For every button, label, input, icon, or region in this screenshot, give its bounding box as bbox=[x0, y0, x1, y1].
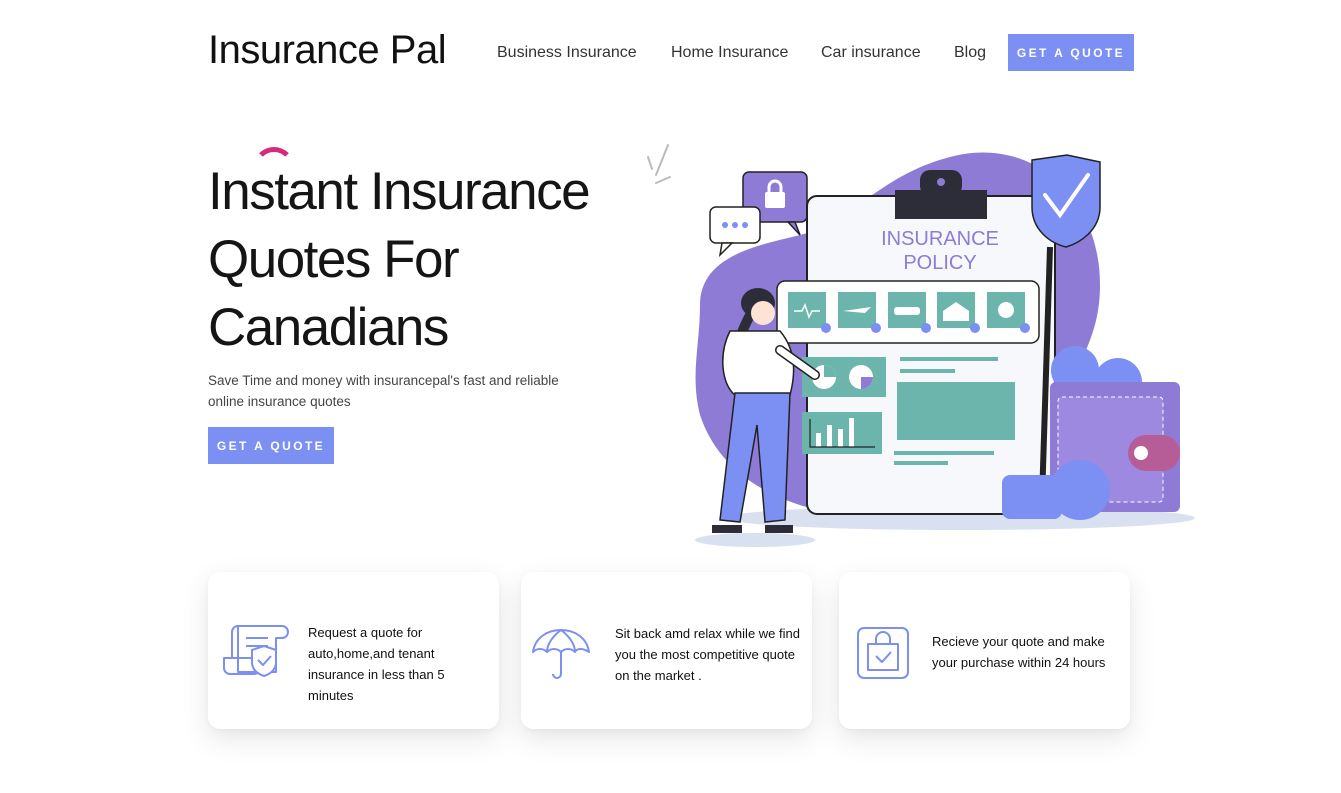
policy-document-shield-icon bbox=[223, 625, 289, 677]
feature-text: Request a quote for auto,home,and tenant… bbox=[308, 625, 445, 703]
hero-title-line: Quotes For bbox=[208, 230, 460, 289]
sparkle-lines-icon bbox=[647, 144, 671, 184]
nav-car-insurance[interactable]: Car insurance bbox=[821, 44, 921, 62]
feature-text: Sit back amd relax while we find you the… bbox=[615, 626, 800, 683]
nav-home-insurance[interactable]: Home Insurance bbox=[671, 44, 788, 62]
hero-title-line: Instant Insurance bbox=[208, 162, 591, 221]
hero-get-quote-button[interactable]: GET A QUOTE bbox=[208, 427, 334, 464]
feature-card: Request a quote for auto,home,and tenant… bbox=[208, 572, 499, 729]
nav-business-insurance[interactable]: Business Insurance bbox=[497, 44, 637, 62]
site-logo[interactable]: Insurance Pal bbox=[208, 28, 447, 73]
feature-text: Recieve your quote and make your purchas… bbox=[932, 634, 1106, 670]
hero-subtitle: Save Time and money with insurancepal's … bbox=[208, 373, 559, 409]
header-get-quote-button[interactable]: GET A QUOTE bbox=[1008, 34, 1134, 71]
feature-card: Recieve your quote and make your purchas… bbox=[839, 572, 1130, 729]
insurance-policy-illustration: INSURANCE POLICY bbox=[647, 144, 1195, 547]
umbrella-icon bbox=[532, 629, 590, 679]
coverage-type-icons bbox=[788, 292, 1030, 333]
policy-title-line1: INSURANCE bbox=[881, 228, 999, 250]
hero-title: Instant Insurance Quotes For Canadians bbox=[208, 158, 648, 362]
hero-title-line: Canadians bbox=[208, 298, 449, 357]
feature-card: Sit back amd relax while we find you the… bbox=[521, 572, 812, 729]
shopping-bag-check-icon bbox=[857, 627, 909, 679]
policy-title-line2: POLICY bbox=[903, 252, 976, 274]
site-header: Insurance Pal Business Insurance Home In… bbox=[208, 22, 1134, 80]
nav-blog[interactable]: Blog bbox=[954, 44, 986, 62]
